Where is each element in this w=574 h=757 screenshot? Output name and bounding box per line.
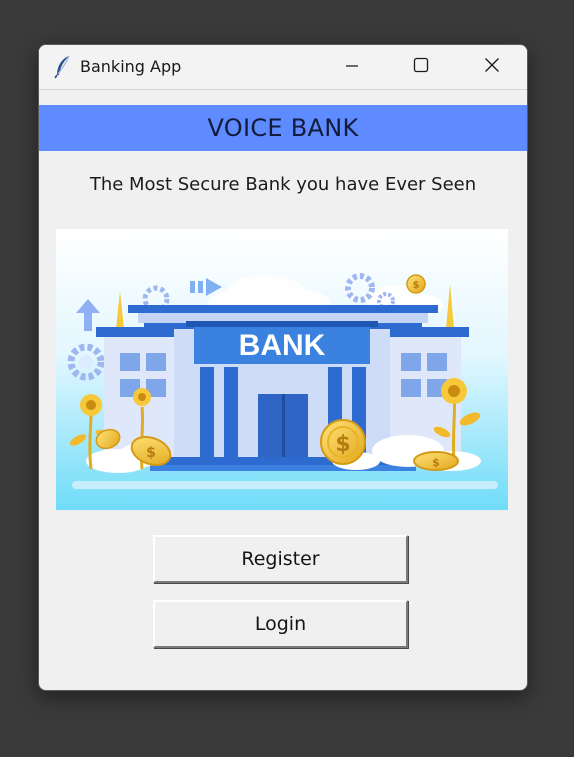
svg-text:$: $ <box>335 432 350 457</box>
bank-illustration: $ BANK $ $ $ <box>56 229 508 510</box>
tagline: The Most Secure Bank you have Ever Seen <box>89 174 477 195</box>
close-button[interactable] <box>469 45 515 89</box>
feather-icon <box>53 55 73 79</box>
svg-text:$: $ <box>432 456 440 469</box>
minimize-button[interactable] <box>329 45 375 89</box>
maximize-icon <box>413 57 429 77</box>
window-title: Banking App <box>80 57 182 76</box>
login-button[interactable]: Login <box>153 600 408 648</box>
header-title: VOICE BANK <box>207 114 359 142</box>
title-bar[interactable]: Banking App <box>39 45 527 90</box>
header-band: VOICE BANK <box>39 105 527 151</box>
svg-text:$: $ <box>146 445 156 461</box>
svg-text:$: $ <box>413 280 420 291</box>
register-button[interactable]: Register <box>153 535 408 583</box>
minimize-icon <box>345 58 359 77</box>
maximize-button[interactable] <box>398 45 444 89</box>
close-icon <box>484 57 500 77</box>
dollar-coin-icon: $ <box>406 274 426 294</box>
bank-sign: BANK <box>239 329 326 362</box>
app-window: Banking App VOICE BANK The Most Secure B… <box>38 44 528 691</box>
